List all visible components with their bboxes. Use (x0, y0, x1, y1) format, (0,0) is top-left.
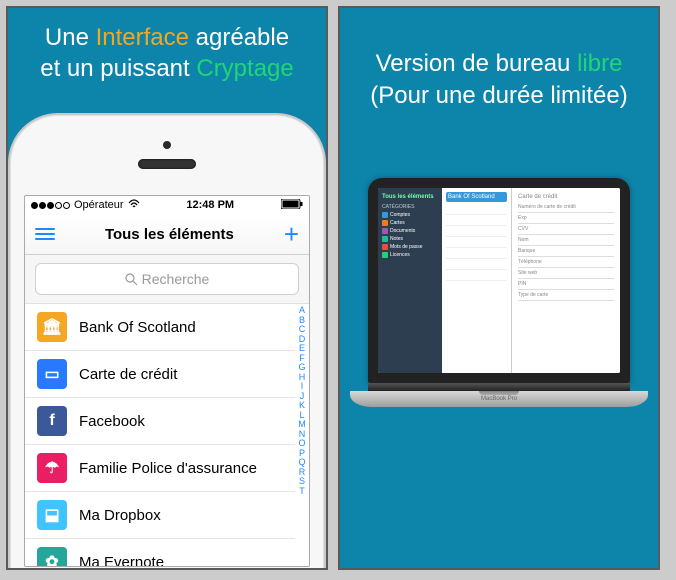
desktop-sidebar: Tous les élémentsCATÉGORIESComptesCartes… (378, 188, 442, 373)
phone-screen: Opérateur 12:48 PM Tous les éléments (24, 195, 310, 567)
list-item-label: Carte de crédit (79, 366, 177, 383)
desktop-app: Tous les élémentsCATÉGORIESComptesCartes… (378, 188, 620, 373)
battery-icon (281, 199, 303, 212)
desktop-detail-pane: Carte de créditNuméro de carte de crédit… (512, 188, 620, 373)
credit-card-icon: ▭ (37, 359, 67, 389)
umbrella-icon: ☂ (37, 453, 67, 483)
page-title: Tous les éléments (55, 226, 284, 243)
list-item-label: Familie Police d'assurance (79, 460, 257, 477)
search-icon (125, 273, 138, 286)
left-panel: Une Interface agréable et un puissant Cr… (6, 6, 328, 570)
laptop-brand: MacBook Pro (350, 396, 648, 402)
list-item[interactable]: 🏛 Bank Of Scotland (25, 304, 295, 351)
right-caption: Version de bureau libre (Pour une durée … (340, 8, 658, 113)
item-list: 🏛 Bank Of Scotland ▭ Carte de crédit f Facebo… (25, 304, 295, 567)
list-item[interactable]: ☂ Familie Police d'assurance (25, 445, 295, 492)
left-caption: Une Interface agréable et un puissant Cr… (8, 8, 326, 84)
add-button[interactable]: + (284, 224, 299, 244)
clock-label: 12:48 PM (140, 199, 281, 211)
alphabet-index[interactable]: ABCDEFGHIJKLMNOPQRST (295, 304, 309, 567)
evernote-icon: ✿ (37, 547, 67, 567)
dropbox-icon: ⬓ (37, 500, 67, 530)
list-item[interactable]: ✿ Ma Evernote (25, 539, 295, 567)
search-placeholder: Recherche (142, 271, 210, 287)
phone-device: Opérateur 12:48 PM Tous les éléments (8, 113, 326, 570)
list-item-label: Facebook (79, 413, 145, 430)
list-item[interactable]: f Facebook (25, 398, 295, 445)
speaker-grill (138, 159, 196, 169)
signal-icon (31, 202, 70, 209)
camera-dot (163, 141, 171, 149)
laptop-device: Tous les élémentsCATÉGORIESComptesCartes… (350, 178, 648, 407)
wifi-icon (128, 199, 140, 212)
list-item-label: Ma Evernote (79, 554, 164, 568)
nav-bar: Tous les éléments + (25, 214, 309, 255)
desktop-middle-list: Bank Of Scotland (442, 188, 512, 373)
menu-button[interactable] (35, 228, 55, 240)
list-item[interactable]: ▭ Carte de crédit (25, 351, 295, 398)
list-item-label: Bank Of Scotland (79, 319, 196, 336)
list-item-label: Ma Dropbox (79, 507, 161, 524)
status-bar: Opérateur 12:48 PM (25, 196, 309, 214)
carrier-label: Opérateur (74, 199, 124, 211)
bank-icon: 🏛 (37, 312, 67, 342)
facebook-icon: f (37, 406, 67, 436)
right-panel: Version de bureau libre (Pour une durée … (338, 6, 660, 570)
search-input[interactable]: Recherche (35, 263, 299, 295)
list-item[interactable]: ⬓ Ma Dropbox (25, 492, 295, 539)
